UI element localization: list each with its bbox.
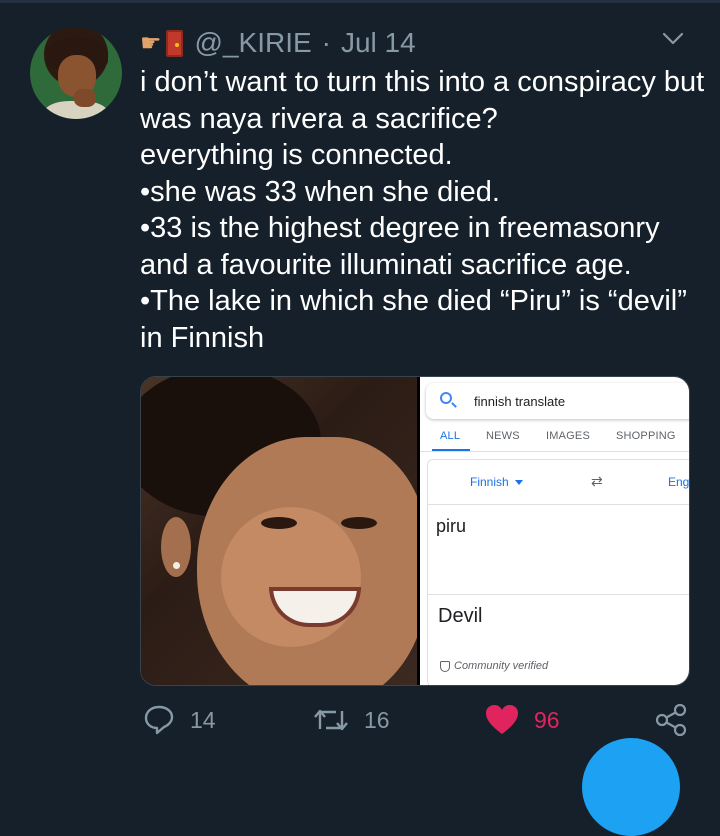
source-text: piru (436, 516, 467, 536)
tweet-line: i don’t want to turn this into a conspir… (140, 66, 705, 98)
swap-languages-icon: ⇄ (591, 473, 603, 489)
tab-all: ALL (440, 430, 461, 442)
pointing-hand-emoji-icon: ☛ (140, 29, 162, 57)
photo-earring (173, 562, 180, 569)
source-language: Finnish (470, 475, 523, 489)
share-button[interactable] (654, 700, 688, 740)
tweet-line: •33 is the highest degree in freemasonry (140, 212, 660, 244)
tab-news: NEWS (486, 430, 520, 442)
search-tabs: ALL NEWS IMAGES SHOPPING (420, 427, 689, 451)
tweet-header: ☛ @_KIRIE · Jul 14 (140, 26, 416, 60)
reply-button[interactable]: 14 (142, 700, 216, 740)
translate-card (427, 459, 689, 685)
like-button[interactable]: 96 (484, 700, 560, 740)
tab-images: IMAGES (546, 430, 590, 442)
user-handle[interactable]: @_KIRIE (195, 27, 312, 59)
tweet-line: and a favourite illuminati sacrifice age… (140, 248, 632, 281)
avatar-hand (74, 89, 96, 107)
reply-count: 14 (190, 706, 216, 733)
tweet-line: •The lake in which she died “Piru” is “d… (140, 285, 687, 317)
header-separator: · (321, 27, 331, 58)
tweet-line: •she was 33 when she died. (140, 175, 500, 208)
tweet-date[interactable]: Jul 14 (341, 27, 416, 59)
top-divider (0, 0, 720, 3)
avatar[interactable] (30, 27, 122, 119)
search-bar: finnish translate (426, 383, 689, 419)
search-icon (440, 392, 452, 404)
search-query: finnish translate (474, 394, 566, 409)
tweet-text: i don’t want to turn this into a conspir… (140, 64, 710, 356)
photo-eye (341, 517, 377, 529)
media-photo[interactable] (141, 377, 417, 685)
tweet-actions: 14 16 96 (0, 700, 720, 740)
retweet-button[interactable]: 16 (312, 700, 390, 740)
share-icon (655, 703, 687, 737)
card-divider (427, 594, 689, 595)
heart-icon (486, 705, 518, 734)
media-screenshot[interactable]: finnish translate ALL NEWS IMAGES SHOPPI… (420, 377, 690, 685)
translation-result: Devil (438, 605, 483, 627)
chevron-down-icon[interactable] (662, 32, 684, 46)
card-divider (427, 504, 689, 505)
tab-shopping: SHOPPING (616, 430, 676, 442)
verified-shield-icon (440, 660, 450, 672)
tabs-divider (420, 451, 689, 452)
tweet-line: everything is connected. (140, 139, 453, 171)
tweet-line: in Finnish (140, 321, 265, 354)
tweet-line: was naya rivera a sacrifice? (140, 102, 498, 135)
retweet-count: 16 (364, 706, 390, 733)
door-emoji-icon (165, 29, 183, 57)
reply-icon (144, 705, 174, 735)
tweet-media[interactable]: finnish translate ALL NEWS IMAGES SHOPPI… (140, 376, 690, 686)
community-verified: Community verified (440, 660, 548, 672)
target-language: Eng (668, 475, 690, 489)
compose-fab-button[interactable] (582, 738, 680, 836)
like-count: 96 (534, 706, 560, 733)
dropdown-caret-icon (514, 480, 523, 486)
retweet-icon (314, 709, 348, 731)
photo-eye (261, 517, 297, 529)
photo-cheek (221, 507, 361, 647)
